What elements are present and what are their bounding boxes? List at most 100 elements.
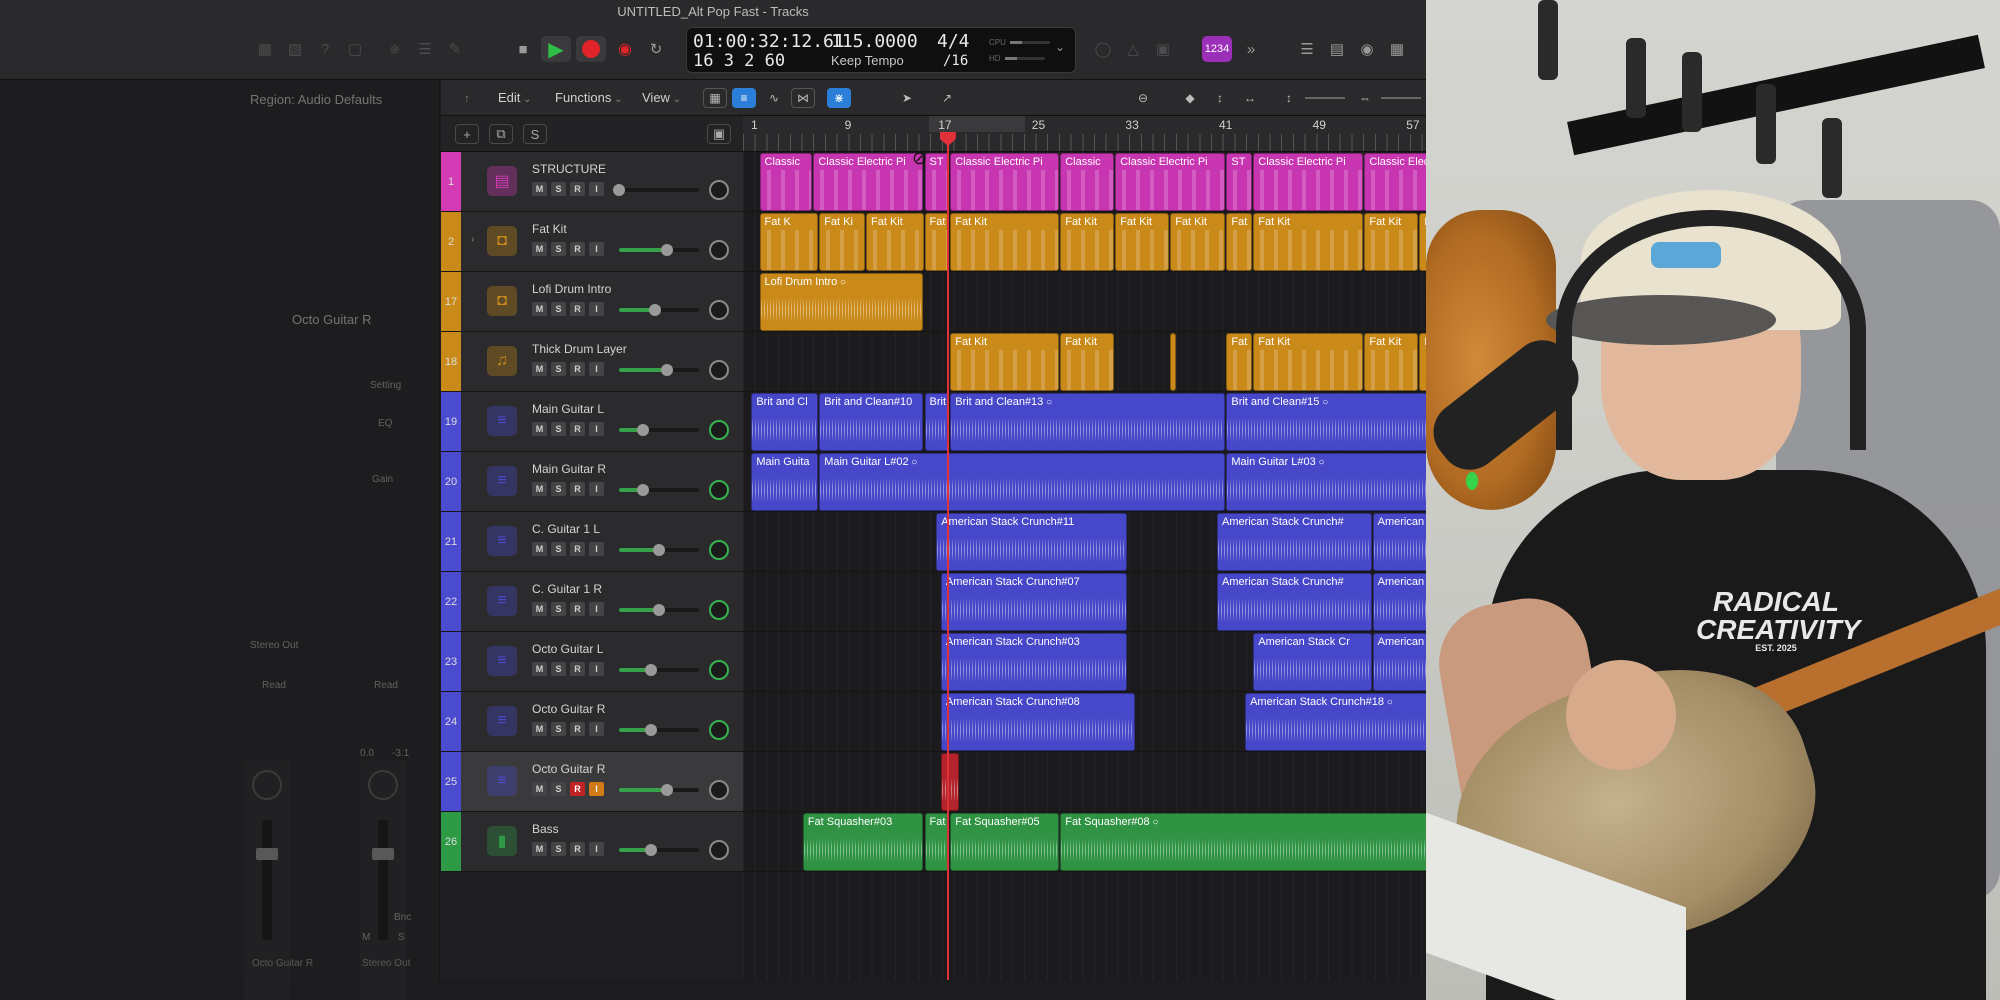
midi-region[interactable]: Classic xyxy=(1060,153,1115,211)
midi-region[interactable]: Classic Electric Pi xyxy=(1115,153,1226,211)
eq-label[interactable]: EQ xyxy=(378,418,392,429)
vertical-zoom-slider[interactable] xyxy=(1305,97,1345,99)
input-monitor-button[interactable]: I xyxy=(589,182,604,196)
track-name[interactable]: Main Guitar L xyxy=(532,402,604,416)
midi-region[interactable]: Fat Kit xyxy=(950,213,1060,271)
metronome-icon[interactable]: △ xyxy=(1118,36,1148,62)
track-name[interactable]: Bass xyxy=(532,822,559,836)
mute-button[interactable]: M xyxy=(532,362,547,376)
waveform-zoom-icon[interactable]: ◆ xyxy=(1178,88,1202,108)
toolbar-icon[interactable]: ▢ xyxy=(340,36,370,62)
audio-region[interactable]: American Stack Cr xyxy=(1253,633,1372,691)
solo-button[interactable]: S xyxy=(551,782,566,796)
bnc-label[interactable]: Bnc xyxy=(394,912,411,923)
midi-region[interactable]: Classic Electric Pi xyxy=(1364,153,1426,211)
chevron-right-icon[interactable]: › xyxy=(471,234,474,245)
catch-icon[interactable]: ⋈ xyxy=(791,88,815,108)
track-header-row[interactable]: 25 ≡ Octo Guitar R MSRI xyxy=(441,752,743,812)
volume-handle[interactable] xyxy=(661,244,673,256)
midi-region[interactable]: Fat Kit xyxy=(866,213,924,271)
pan-knob[interactable] xyxy=(368,770,398,800)
audio-region[interactable]: American Stack Crunch# xyxy=(1217,513,1372,571)
edit-menu[interactable]: Edit xyxy=(498,90,532,105)
zoom-icon[interactable]: ⊖ xyxy=(1131,88,1155,108)
track-header-config-icon[interactable]: ▣ xyxy=(707,124,731,144)
input-monitor-button[interactable]: I xyxy=(589,782,604,796)
midi-region[interactable]: Fat Kit xyxy=(1419,213,1426,271)
midi-region[interactable]: ST xyxy=(924,153,950,211)
midi-region[interactable]: Fat Kit xyxy=(1253,333,1364,391)
record-enable-button[interactable]: R xyxy=(570,242,585,256)
mute-button[interactable]: M xyxy=(532,422,547,436)
track-header-row[interactable]: 24 ≡ Octo Guitar R MSRI xyxy=(441,692,743,752)
playhead[interactable] xyxy=(946,134,949,980)
pan-knob[interactable] xyxy=(709,780,729,800)
track-name[interactable]: Octo Guitar L xyxy=(532,642,603,656)
audio-region[interactable]: American Stack Cr xyxy=(1372,633,1426,691)
horizontal-fit-icon[interactable]: ↔ xyxy=(1238,88,1262,108)
track-header[interactable]: Octo Guitar R xyxy=(292,312,371,327)
pencil-tool-icon[interactable]: ↗ xyxy=(935,88,959,108)
solo-button[interactable]: S xyxy=(551,482,566,496)
midi-region[interactable]: Fat Kit xyxy=(950,333,1060,391)
audio-region[interactable]: American Stack Crunch#03 xyxy=(940,633,1128,691)
pan-knob[interactable] xyxy=(709,660,729,680)
track-header-row[interactable]: 20 ≡ Main Guitar R MSRI xyxy=(441,452,743,512)
record-enable-button[interactable]: R xyxy=(570,422,585,436)
volume-handle[interactable] xyxy=(653,544,665,556)
mute-button[interactable]: M xyxy=(532,542,547,556)
record-enable-button[interactable]: R xyxy=(570,362,585,376)
view-menu[interactable]: View xyxy=(642,90,681,105)
mute-button[interactable]: M xyxy=(532,662,547,676)
lcd-tempo-mode[interactable]: Keep Tempo xyxy=(831,53,904,68)
volume-slider[interactable] xyxy=(619,784,699,796)
audio-region[interactable]: American Stack Crunch# xyxy=(1217,573,1372,631)
track-header-row[interactable]: 23 ≡ Octo Guitar L MSRI xyxy=(441,632,743,692)
midi-region[interactable]: Classic xyxy=(759,153,813,211)
midi-region[interactable]: Classic Electric Pi xyxy=(813,153,924,211)
solo-button[interactable]: S xyxy=(551,542,566,556)
inspector-icon[interactable]: ▧ xyxy=(280,36,310,62)
track-header-row[interactable]: 22 ≡ C. Guitar 1 R MSRI xyxy=(441,572,743,632)
audio-region[interactable]: Fat xyxy=(924,813,950,871)
volume-handle[interactable] xyxy=(649,304,661,316)
solo-button[interactable]: S xyxy=(551,182,566,196)
midi-region[interactable]: Fat Kit xyxy=(1419,333,1426,391)
record-enable-button[interactable]: R xyxy=(570,782,585,796)
pan-knob[interactable] xyxy=(709,600,729,620)
volume-slider[interactable] xyxy=(619,244,699,256)
play-button[interactable]: ▶ xyxy=(541,36,571,62)
replace-record-icon[interactable]: ◉ xyxy=(610,36,640,62)
track-header-row[interactable]: 1 ▤ STRUCTURE M S R I xyxy=(441,152,743,212)
pan-knob[interactable] xyxy=(709,540,729,560)
record-enable-button[interactable]: R xyxy=(570,602,585,616)
volume-fader[interactable] xyxy=(372,820,394,940)
pan-knob[interactable] xyxy=(709,480,729,500)
record-enable-button[interactable]: R xyxy=(570,662,585,676)
mute-button[interactable]: M xyxy=(532,602,547,616)
global-solo-button[interactable]: S xyxy=(523,124,547,144)
chevron-down-icon[interactable]: ⌄ xyxy=(1055,40,1065,54)
input-monitor-button[interactable]: I xyxy=(589,302,604,316)
editors-icon[interactable]: ✎ xyxy=(440,36,470,62)
midi-region[interactable]: Fat Kit xyxy=(1364,213,1419,271)
midi-region[interactable]: Fat Ki xyxy=(819,213,865,271)
snap-icon[interactable]: ⋇ xyxy=(827,88,851,108)
midi-region[interactable]: Classic Electric Pi xyxy=(1253,153,1364,211)
track-name[interactable]: Octo Guitar R xyxy=(532,762,605,776)
volume-slider[interactable] xyxy=(619,604,699,616)
midi-region[interactable]: Fat Kit xyxy=(1060,213,1115,271)
midi-region[interactable]: Fat xyxy=(924,213,950,271)
read-label[interactable]: Read xyxy=(262,680,286,691)
solo-button[interactable]: S xyxy=(551,602,566,616)
region-header[interactable]: Region: Audio Defaults xyxy=(250,92,382,107)
input-monitor-button[interactable]: I xyxy=(589,482,604,496)
volume-handle[interactable] xyxy=(645,664,657,676)
read-label-2[interactable]: Read xyxy=(374,680,398,691)
midi-region[interactable]: Fat xyxy=(1226,333,1253,391)
audio-region[interactable]: Brit and Clean#15 ○ xyxy=(1226,393,1426,451)
tuner-icon[interactable]: ◯ xyxy=(1088,36,1118,62)
track-header-row[interactable]: 19 ≡ Main Guitar L MSRI xyxy=(441,392,743,452)
volume-slider[interactable] xyxy=(619,724,699,736)
lcd-display[interactable]: 01:00:32:12.61 16 3 2 60 115.0000 Keep T… xyxy=(686,27,1076,73)
